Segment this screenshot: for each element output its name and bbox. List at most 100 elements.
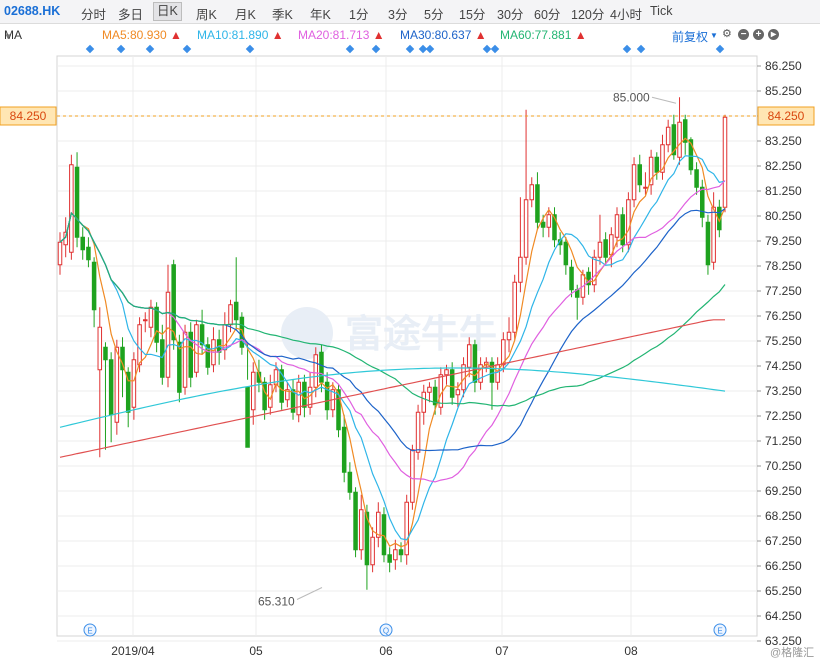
event-diamond-icon[interactable] xyxy=(636,44,646,54)
candle-body xyxy=(529,184,535,201)
ma-legend-0: MA5:80.930 ▲ xyxy=(102,28,182,42)
tab-8[interactable]: 3分 xyxy=(388,4,407,23)
candle-body xyxy=(358,509,364,551)
y-tick-label: 64.250 xyxy=(765,609,802,623)
event-diamond-icon[interactable] xyxy=(425,44,435,54)
tab-1[interactable]: 多日 xyxy=(118,4,143,23)
event-marker-label: E xyxy=(717,627,722,636)
tab-14[interactable]: 4小时 xyxy=(610,4,642,23)
candle-body xyxy=(620,214,625,246)
tab-4[interactable]: 月K xyxy=(235,4,256,23)
candle-body xyxy=(393,549,398,561)
ma60-line xyxy=(59,211,726,407)
candle-body xyxy=(177,341,182,393)
event-diamond-icon[interactable] xyxy=(405,44,415,54)
y-tick-label: 65.250 xyxy=(765,584,802,598)
candle-body xyxy=(319,351,324,383)
candle-body xyxy=(512,281,517,333)
candle-body xyxy=(160,339,165,378)
tab-11[interactable]: 30分 xyxy=(497,4,523,23)
candle-body xyxy=(563,241,569,266)
tab-10[interactable]: 15分 xyxy=(459,4,485,23)
x-tick-label: 05 xyxy=(249,644,263,658)
minus-icon[interactable]: − xyxy=(738,29,749,40)
candle-body xyxy=(540,221,546,228)
y-tick-label: 72.250 xyxy=(765,409,802,423)
event-diamond-icon[interactable] xyxy=(345,44,355,54)
y-tick-label: 80.250 xyxy=(765,209,802,223)
candle-body xyxy=(57,241,63,266)
candle-body xyxy=(370,536,375,566)
tab-0[interactable]: 分时 xyxy=(81,4,106,23)
candle-body xyxy=(97,326,103,371)
candlestick-chart: 86.250 85.250 84.250 83.250 82.250 81.250 80.2… xyxy=(0,44,815,659)
tab-15[interactable]: Tick xyxy=(650,4,672,18)
candle-body xyxy=(637,164,643,186)
settings-icon[interactable]: ⚙ xyxy=(722,27,732,40)
tab-5[interactable]: 季K xyxy=(272,4,293,23)
candle-body xyxy=(381,514,387,556)
credit-text: @格隆汇 xyxy=(770,645,814,659)
candle-body xyxy=(80,236,85,251)
candle-body xyxy=(398,549,404,556)
candle-body xyxy=(631,164,637,201)
y-tick-label: 63.250 xyxy=(765,634,802,648)
tab-2[interactable]: 日K xyxy=(153,2,182,21)
event-diamond-icon[interactable] xyxy=(182,44,192,54)
y-tick-label: 75.250 xyxy=(765,334,802,348)
current-price-label-left: 84.250 xyxy=(10,109,47,123)
event-diamond-icon[interactable] xyxy=(482,44,492,54)
candle-body xyxy=(444,369,449,376)
event-marker-label: E xyxy=(87,627,92,636)
event-diamond-icon[interactable] xyxy=(622,44,632,54)
y-tick-label: 82.250 xyxy=(765,159,802,173)
y-tick-label: 76.250 xyxy=(765,309,802,323)
indicator-select[interactable]: ▼ MA xyxy=(4,28,22,42)
candle-body xyxy=(114,346,120,423)
candle-body xyxy=(700,186,705,218)
y-tick-label: 85.250 xyxy=(765,84,802,98)
up-arrow-icon: ▲ xyxy=(268,28,284,42)
period-tab-bar: 02688.HK 分时 多日 日K 周K 月K 季K 年K 1分 3分 5分 15分 30分 60分 120… xyxy=(0,0,820,24)
low-leader-line xyxy=(296,587,323,600)
candle-body xyxy=(108,359,114,416)
tab-7[interactable]: 1分 xyxy=(349,4,368,23)
candle-body xyxy=(233,301,239,321)
y-tick-label: 66.250 xyxy=(765,559,802,573)
candle-body xyxy=(194,324,199,373)
candle-body xyxy=(347,471,353,493)
candle-body xyxy=(427,386,432,393)
event-diamond-icon[interactable] xyxy=(715,44,725,54)
y-tick-label: 71.250 xyxy=(765,434,802,448)
tab-6[interactable]: 年K xyxy=(310,4,331,23)
event-diamond-icon[interactable] xyxy=(85,44,95,54)
candle-body xyxy=(313,354,319,388)
event-diamond-icon[interactable] xyxy=(145,44,155,54)
event-diamond-icon[interactable] xyxy=(371,44,381,54)
tab-9[interactable]: 5分 xyxy=(424,4,443,23)
y-tick-label: 78.250 xyxy=(765,259,802,273)
tab-12[interactable]: 60分 xyxy=(534,4,560,23)
x-tick-label: 08 xyxy=(624,644,638,658)
candle-body xyxy=(69,164,74,253)
play-icon[interactable]: ▸ xyxy=(768,29,779,40)
candle-body xyxy=(643,186,648,189)
dropdown-icon[interactable]: ▼ xyxy=(710,31,718,40)
candle-body xyxy=(341,426,347,473)
adjust-select[interactable]: 前复权 xyxy=(672,28,708,45)
tab-13[interactable]: 120分 xyxy=(571,4,604,23)
event-diamond-icon[interactable] xyxy=(490,44,500,54)
y-tick-label: 81.250 xyxy=(765,184,802,198)
tab-3[interactable]: 周K xyxy=(196,4,217,23)
candle-body xyxy=(353,491,358,551)
x-tick-label: 2019/04 xyxy=(111,644,155,658)
event-diamond-icon[interactable] xyxy=(245,44,255,54)
candle-body xyxy=(171,264,176,341)
event-diamond-icon[interactable] xyxy=(116,44,126,54)
candle-body xyxy=(165,291,171,378)
plus-icon[interactable]: + xyxy=(753,29,764,40)
candle-body xyxy=(103,346,108,361)
y-tick-label: 83.250 xyxy=(765,134,802,148)
ma-legend-3: MA30:80.637 ▲ xyxy=(400,28,487,42)
candle-body xyxy=(711,206,716,263)
